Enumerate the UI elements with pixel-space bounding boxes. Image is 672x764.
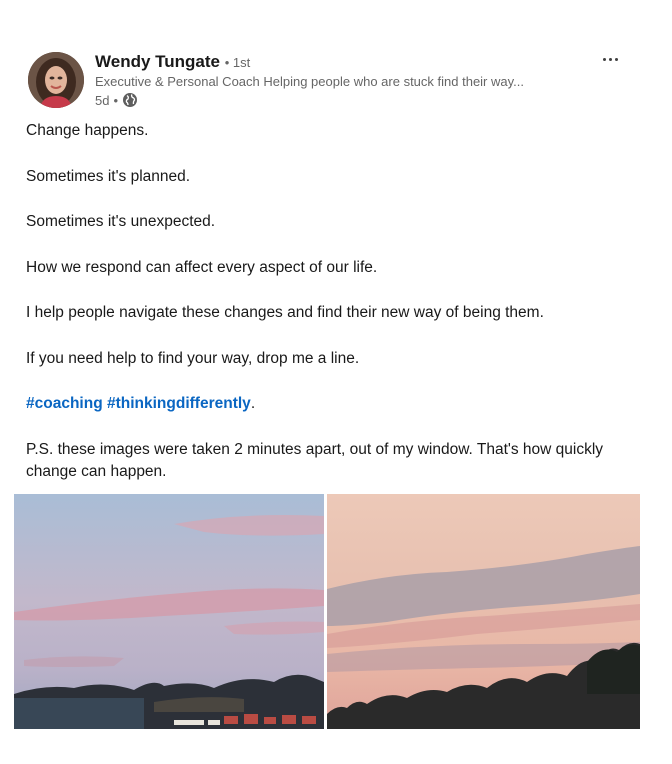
post-postscript: P.S. these images were taken 2 minutes a…: [26, 440, 604, 480]
post-paragraph: Sometimes it's unexpected.: [26, 213, 216, 230]
hashtag-suffix: .: [250, 395, 256, 412]
post-paragraph: I help people navigate these changes and…: [26, 304, 544, 321]
globe-icon: [122, 92, 138, 108]
author-name[interactable]: Wendy Tungate: [95, 52, 220, 71]
author-name-line: Wendy Tungate • 1st: [95, 52, 250, 72]
post-body: Change happens. Sometimes it's planned. …: [26, 120, 626, 506]
connection-degree-label: 1st: [232, 55, 251, 70]
post-paragraph: How we respond can affect every aspect o…: [26, 258, 378, 276]
post-paragraph: If you need help to find your way, drop …: [26, 349, 360, 367]
author-headline: Executive & Personal Coach Helping peopl…: [95, 74, 524, 89]
connection-separator: •: [224, 55, 230, 70]
hashtag-coaching[interactable]: #coaching: [26, 395, 103, 412]
post-paragraph: Change happens.: [26, 122, 149, 139]
hashtag-line: #coaching #thinkingdifferently.: [26, 393, 626, 415]
connection-degree: • 1st: [225, 55, 251, 70]
post-timestamp[interactable]: 5d: [95, 93, 109, 108]
sunset-photo-1[interactable]: [14, 494, 324, 729]
hashtag-thinkingdifferently[interactable]: #thinkingdifferently: [107, 395, 251, 412]
more-options-button[interactable]: [596, 48, 624, 70]
sunset-photo-2[interactable]: [327, 494, 640, 729]
author-avatar[interactable]: [28, 52, 84, 108]
more-horizontal-icon: [602, 57, 606, 61]
post-meta: 5d •: [95, 92, 138, 108]
meta-separator: •: [113, 92, 119, 108]
post-paragraph: Sometimes it's planned.: [26, 167, 191, 185]
feed-post: Wendy Tungate • 1st Executive & Personal…: [0, 0, 672, 764]
